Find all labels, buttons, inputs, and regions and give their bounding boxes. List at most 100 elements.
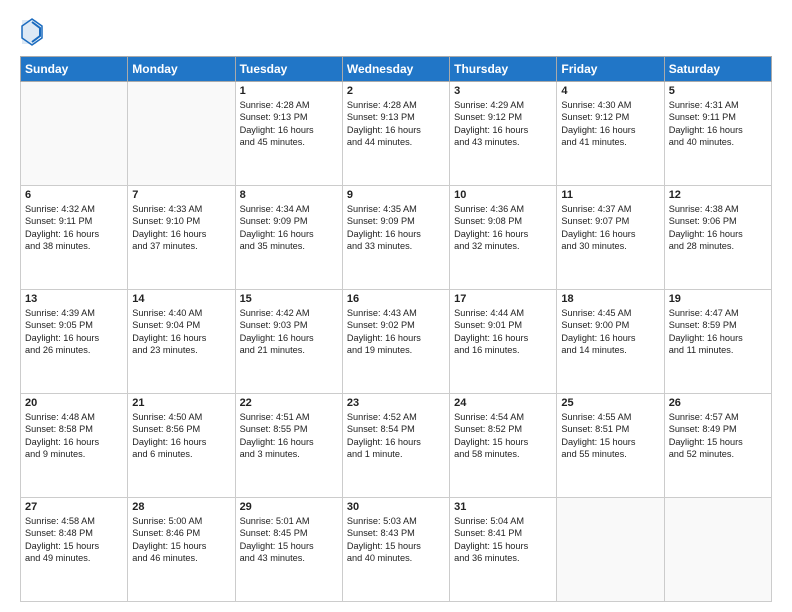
- day-number: 28: [132, 501, 230, 513]
- day-number: 20: [25, 397, 123, 409]
- day-number: 1: [240, 85, 338, 97]
- calendar-cell: [557, 498, 664, 602]
- calendar-cell: 17 Sunrise: 4:44 AM Sunset: 9:01 PM Dayli…: [450, 290, 557, 394]
- cell-content: Sunrise: 4:47 AM Sunset: 8:59 PM Dayligh…: [669, 307, 767, 357]
- calendar-cell: 29 Sunrise: 5:01 AM Sunset: 8:45 PM Dayli…: [235, 498, 342, 602]
- day-number: 27: [25, 501, 123, 513]
- cell-content: Sunrise: 4:58 AM Sunset: 8:48 PM Dayligh…: [25, 515, 123, 565]
- cell-content: Sunrise: 4:48 AM Sunset: 8:58 PM Dayligh…: [25, 411, 123, 461]
- day-number: 25: [561, 397, 659, 409]
- calendar-cell: 2Sunrise: 4:28 AM Sunset: 9:13 PM Daylig…: [342, 82, 449, 186]
- cell-content: Sunrise: 4:28 AM Sunset: 9:13 PM Dayligh…: [347, 99, 445, 149]
- calendar-cell: 11 Sunrise: 4:37 AM Sunset: 9:07 PM Dayli…: [557, 186, 664, 290]
- cell-content: Sunrise: 4:35 AM Sunset: 9:09 PM Dayligh…: [347, 203, 445, 253]
- day-number: 9: [347, 189, 445, 201]
- header: [20, 18, 772, 46]
- weekday-header-friday: Friday: [557, 57, 664, 82]
- cell-content: Sunrise: 4:43 AM Sunset: 9:02 PM Dayligh…: [347, 307, 445, 357]
- calendar-cell: 16Sunrise: 4:43 AM Sunset: 9:02 PM Dayli…: [342, 290, 449, 394]
- day-number: 8: [240, 189, 338, 201]
- day-number: 11: [561, 189, 659, 201]
- calendar-cell: [21, 82, 128, 186]
- calendar-cell: 10 Sunrise: 4:36 AM Sunset: 9:08 PM Dayli…: [450, 186, 557, 290]
- cell-content: Sunrise: 4:33 AM Sunset: 9:10 PM Dayligh…: [132, 203, 230, 253]
- day-number: 26: [669, 397, 767, 409]
- cell-content: Sunrise: 4:50 AM Sunset: 8:56 PM Dayligh…: [132, 411, 230, 461]
- cell-content: Sunrise: 4:51 AM Sunset: 8:55 PM Dayligh…: [240, 411, 338, 461]
- cell-content: Sunrise: 4:32 AM Sunset: 9:11 PM Dayligh…: [25, 203, 123, 253]
- cell-content: Sunrise: 4:44 AM Sunset: 9:01 PM Dayligh…: [454, 307, 552, 357]
- cell-content: Sunrise: 4:37 AM Sunset: 9:07 PM Dayligh…: [561, 203, 659, 253]
- day-number: 7: [132, 189, 230, 201]
- weekday-header-wednesday: Wednesday: [342, 57, 449, 82]
- calendar-cell: 31 Sunrise: 5:04 AM Sunset: 8:41 PM Dayli…: [450, 498, 557, 602]
- day-number: 23: [347, 397, 445, 409]
- weekday-header-sunday: Sunday: [21, 57, 128, 82]
- day-number: 3: [454, 85, 552, 97]
- day-number: 5: [669, 85, 767, 97]
- cell-content: Sunrise: 4:29 AM Sunset: 9:12 PM Dayligh…: [454, 99, 552, 149]
- calendar-cell: 12 Sunrise: 4:38 AM Sunset: 9:06 PM Dayli…: [664, 186, 771, 290]
- calendar-cell: 19 Sunrise: 4:47 AM Sunset: 8:59 PM Dayli…: [664, 290, 771, 394]
- weekday-header-thursday: Thursday: [450, 57, 557, 82]
- cell-content: Sunrise: 4:38 AM Sunset: 9:06 PM Dayligh…: [669, 203, 767, 253]
- calendar-cell: 24 Sunrise: 4:54 AM Sunset: 8:52 PM Dayli…: [450, 394, 557, 498]
- calendar-cell: [128, 82, 235, 186]
- calendar-cell: 27 Sunrise: 4:58 AM Sunset: 8:48 PM Dayli…: [21, 498, 128, 602]
- calendar-cell: 14Sunrise: 4:40 AM Sunset: 9:04 PM Dayli…: [128, 290, 235, 394]
- cell-content: Sunrise: 4:45 AM Sunset: 9:00 PM Dayligh…: [561, 307, 659, 357]
- cell-content: Sunrise: 4:28 AM Sunset: 9:13 PM Dayligh…: [240, 99, 338, 149]
- calendar-cell: 7 Sunrise: 4:33 AM Sunset: 9:10 PM Daylig…: [128, 186, 235, 290]
- cell-content: Sunrise: 4:39 AM Sunset: 9:05 PM Dayligh…: [25, 307, 123, 357]
- calendar-cell: 9 Sunrise: 4:35 AM Sunset: 9:09 PM Daylig…: [342, 186, 449, 290]
- calendar-cell: 20 Sunrise: 4:48 AM Sunset: 8:58 PM Dayli…: [21, 394, 128, 498]
- day-number: 6: [25, 189, 123, 201]
- calendar-cell: 6 Sunrise: 4:32 AM Sunset: 9:11 PM Daylig…: [21, 186, 128, 290]
- weekday-header-tuesday: Tuesday: [235, 57, 342, 82]
- cell-content: Sunrise: 4:40 AM Sunset: 9:04 PM Dayligh…: [132, 307, 230, 357]
- cell-content: Sunrise: 4:52 AM Sunset: 8:54 PM Dayligh…: [347, 411, 445, 461]
- day-number: 29: [240, 501, 338, 513]
- day-number: 22: [240, 397, 338, 409]
- cell-content: Sunrise: 4:55 AM Sunset: 8:51 PM Dayligh…: [561, 411, 659, 461]
- day-number: 15: [240, 293, 338, 305]
- cell-content: Sunrise: 4:34 AM Sunset: 9:09 PM Dayligh…: [240, 203, 338, 253]
- calendar-cell: 28 Sunrise: 5:00 AM Sunset: 8:46 PM Dayli…: [128, 498, 235, 602]
- day-number: 17: [454, 293, 552, 305]
- day-number: 13: [25, 293, 123, 305]
- calendar-cell: 8 Sunrise: 4:34 AM Sunset: 9:09 PM Daylig…: [235, 186, 342, 290]
- calendar-cell: 1 Sunrise: 4:28 AM Sunset: 9:13 PM Daylig…: [235, 82, 342, 186]
- cell-content: Sunrise: 5:01 AM Sunset: 8:45 PM Dayligh…: [240, 515, 338, 565]
- cell-content: Sunrise: 5:00 AM Sunset: 8:46 PM Dayligh…: [132, 515, 230, 565]
- day-number: 21: [132, 397, 230, 409]
- cell-content: Sunrise: 4:57 AM Sunset: 8:49 PM Dayligh…: [669, 411, 767, 461]
- day-number: 10: [454, 189, 552, 201]
- cell-content: Sunrise: 5:03 AM Sunset: 8:43 PM Dayligh…: [347, 515, 445, 565]
- day-number: 30: [347, 501, 445, 513]
- cell-content: Sunrise: 4:30 AM Sunset: 9:12 PM Dayligh…: [561, 99, 659, 149]
- logo: [20, 18, 48, 46]
- calendar-cell: 30 Sunrise: 5:03 AM Sunset: 8:43 PM Dayli…: [342, 498, 449, 602]
- cell-content: Sunrise: 4:31 AM Sunset: 9:11 PM Dayligh…: [669, 99, 767, 149]
- calendar-cell: 15Sunrise: 4:42 AM Sunset: 9:03 PM Dayli…: [235, 290, 342, 394]
- cell-content: Sunrise: 4:36 AM Sunset: 9:08 PM Dayligh…: [454, 203, 552, 253]
- weekday-header-saturday: Saturday: [664, 57, 771, 82]
- day-number: 31: [454, 501, 552, 513]
- weekday-header-monday: Monday: [128, 57, 235, 82]
- day-number: 24: [454, 397, 552, 409]
- calendar-cell: 18 Sunrise: 4:45 AM Sunset: 9:00 PM Dayli…: [557, 290, 664, 394]
- page: SundayMondayTuesdayWednesdayThursdayFrid…: [0, 0, 792, 612]
- calendar-cell: 22 Sunrise: 4:51 AM Sunset: 8:55 PM Dayli…: [235, 394, 342, 498]
- calendar-cell: 13 Sunrise: 4:39 AM Sunset: 9:05 PM Dayli…: [21, 290, 128, 394]
- day-number: 18: [561, 293, 659, 305]
- calendar-cell: 26 Sunrise: 4:57 AM Sunset: 8:49 PM Dayli…: [664, 394, 771, 498]
- calendar-cell: 25 Sunrise: 4:55 AM Sunset: 8:51 PM Dayli…: [557, 394, 664, 498]
- cell-content: Sunrise: 4:54 AM Sunset: 8:52 PM Dayligh…: [454, 411, 552, 461]
- day-number: 12: [669, 189, 767, 201]
- day-number: 19: [669, 293, 767, 305]
- calendar-cell: 21 Sunrise: 4:50 AM Sunset: 8:56 PM Dayli…: [128, 394, 235, 498]
- cell-content: Sunrise: 5:04 AM Sunset: 8:41 PM Dayligh…: [454, 515, 552, 565]
- logo-icon: [20, 18, 44, 46]
- calendar-cell: 4Sunrise: 4:30 AM Sunset: 9:12 PM Daylig…: [557, 82, 664, 186]
- calendar-cell: 3 Sunrise: 4:29 AM Sunset: 9:12 PM Daylig…: [450, 82, 557, 186]
